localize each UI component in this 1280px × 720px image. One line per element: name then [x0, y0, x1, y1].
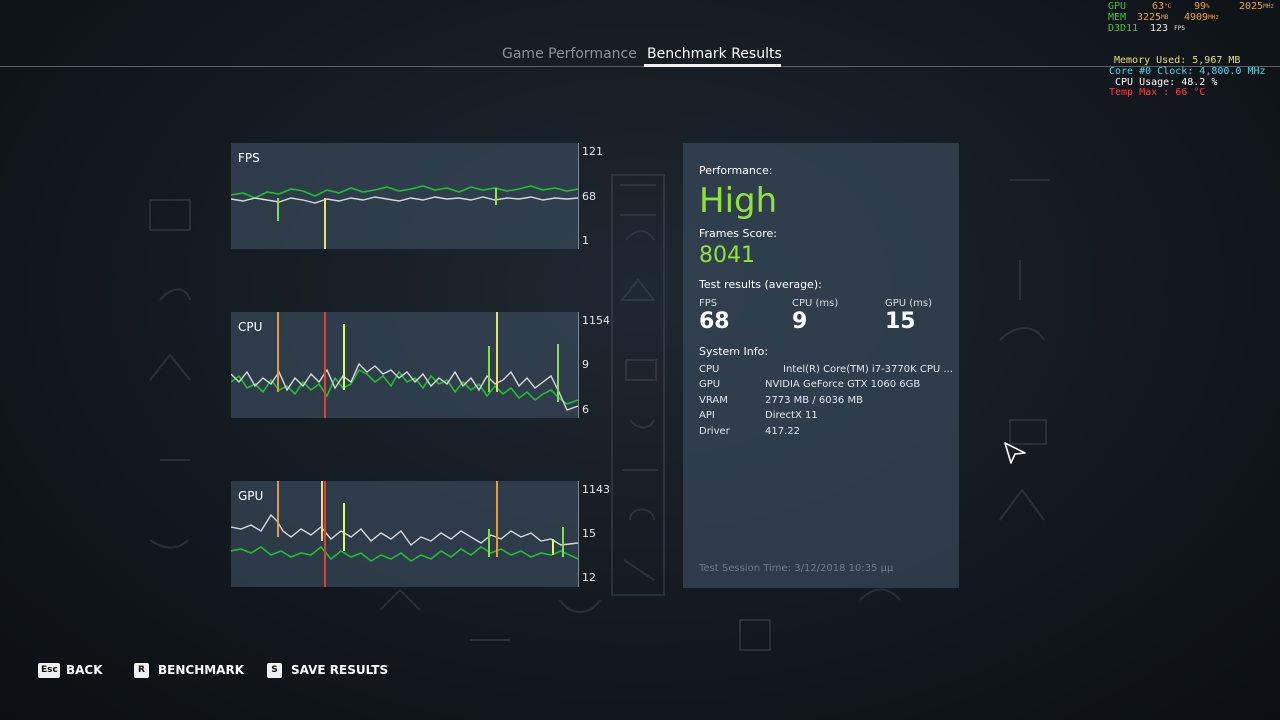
active-tab-indicator: [644, 64, 781, 67]
osd-gpu-clock-value: 2025: [1239, 1, 1264, 12]
gpu-graph-axis: [578, 481, 579, 587]
test-results-label: Test results (average):: [699, 278, 822, 291]
mouse-cursor-icon: [1004, 442, 1026, 464]
osd-gpu-clock: 2025MHz: [1239, 1, 1274, 12]
sysinfo-vram-key: VRAM: [699, 395, 728, 406]
frames-score-value: 8041: [699, 243, 755, 268]
benchmark-label: BENCHMARK: [158, 663, 245, 677]
osd-fps-value: 123: [1150, 23, 1169, 34]
back-button[interactable]: Esc BACK: [38, 662, 118, 680]
tab-bar: Game Performance Benchmark Results: [0, 46, 1280, 68]
metric-cpu-label: CPU (ms): [792, 298, 839, 309]
fps-series-green: [231, 185, 578, 199]
esc-key-icon: Esc: [38, 663, 60, 678]
tab-benchmark-results[interactable]: Benchmark Results: [647, 46, 782, 62]
cpu-graph: CPU 1154 9 6: [231, 312, 611, 418]
cpu-graph-title: CPU: [238, 320, 263, 334]
fps-graph: FPS 121 68 1: [231, 143, 611, 249]
metric-gpu-value: 15: [885, 309, 916, 334]
osd-mem-used-unit: MB: [1161, 14, 1169, 21]
system-info-label: System Info:: [699, 345, 769, 358]
osd-gpu-clock-unit: MHz: [1263, 3, 1274, 10]
osd-mem-used: 3225MB: [1137, 12, 1168, 23]
tab-game-performance[interactable]: Game Performance: [502, 46, 637, 62]
sysinfo-api-key: API: [699, 410, 715, 421]
osd-api-label: D3D11: [1108, 23, 1139, 34]
fps-graph-y-max: 121: [582, 145, 603, 158]
cpu-series-green: [231, 368, 578, 405]
fps-graph-axis: [578, 143, 579, 249]
gpu-graph: GPU 1143 15 12: [231, 481, 611, 587]
save-results-label: SAVE RESULTS: [291, 663, 389, 677]
s-key-icon: S: [267, 663, 282, 678]
gpu-graph-lines: [231, 481, 578, 587]
performance-label: Performance:: [699, 164, 773, 177]
osd-mem-clock-unit: MHz: [1208, 14, 1219, 21]
gpu-series-green: [231, 545, 578, 562]
osd-mem-clock-value: 4909: [1184, 12, 1209, 23]
osd-core-clock: Core #0 Clock: 4,800.0 MHz: [1109, 66, 1266, 77]
osd-gpu-row: GPU 63°C 99% 2025MHz: [1108, 1, 1274, 12]
sysinfo-cpu-key: CPU: [699, 364, 720, 375]
save-results-button[interactable]: S SAVE RESULTS: [267, 662, 389, 680]
gpu-graph-y-min: 12: [582, 571, 596, 584]
benchmark-button[interactable]: R BENCHMARK: [134, 662, 244, 680]
osd-gpu-label: GPU: [1108, 1, 1127, 12]
osd-gpu-load-value: 99: [1194, 1, 1207, 12]
fps-graph-y-avg: 68: [582, 190, 596, 203]
frames-score-label: Frames Score:: [699, 227, 778, 240]
gpu-graph-y-avg: 15: [582, 527, 596, 540]
metric-fps-value: 68: [699, 309, 730, 334]
back-label: BACK: [66, 663, 103, 677]
cpu-graph-y-max: 1154: [582, 314, 610, 327]
osd-fps: 123 FPS: [1150, 23, 1185, 34]
tab-divider: [0, 66, 1280, 67]
osd-mem-label: MEM: [1108, 12, 1127, 23]
sysinfo-gpu-key: GPU: [699, 379, 721, 390]
performance-value: High: [699, 181, 778, 221]
metric-gpu-label: GPU (ms): [885, 298, 933, 309]
gpu-series-white: [231, 513, 578, 547]
r-key-icon: R: [134, 663, 149, 678]
cpu-series-white: [231, 362, 578, 411]
osd-gpu-load: 99%: [1194, 1, 1210, 12]
gpu-graph-y-max: 1143: [582, 483, 610, 496]
osd-temp-max: Temp Max : 66 °C: [1109, 87, 1206, 98]
osd-gpu-temp-value: 63: [1152, 1, 1165, 12]
gpu-graph-title: GPU: [238, 489, 264, 503]
cpu-graph-lines: [231, 312, 578, 418]
osd-gpu-temp-unit: °C: [1164, 3, 1172, 10]
performance-overlay: GPU 63°C 99% 2025MHz MEM 3225MB 4909MHz …: [1108, 0, 1280, 100]
fps-graph-title: FPS: [238, 151, 260, 165]
sysinfo-driver-value: 417.22: [765, 426, 800, 437]
osd-mem-used-value: 3225: [1137, 12, 1162, 23]
test-session-time: Test Session Time: 3/12/2018 10:35 μμ: [699, 563, 894, 574]
fps-series-white: [231, 196, 578, 204]
osd-mem-clock: 4909MHz: [1184, 12, 1219, 23]
osd-fps-row: D3D11 123 FPS: [1108, 23, 1185, 34]
osd-memory-used: Memory Used: 5,967 MB: [1114, 55, 1241, 66]
sysinfo-vram-value: 2773 MB / 6036 MB: [765, 395, 863, 406]
sysinfo-gpu-value: NVIDIA GeForce GTX 1060 6GB: [765, 379, 921, 390]
hieroglyph-background: [149, 174, 1050, 651]
sysinfo-cpu-value: Intel(R) Core(TM) i7-3770K CPU ...: [783, 364, 953, 375]
osd-gpu-load-unit: %: [1206, 3, 1210, 10]
metric-cpu-value: 9: [792, 309, 808, 334]
osd-fps-unit: FPS: [1174, 25, 1185, 32]
metric-fps-label: FPS: [699, 298, 718, 309]
osd-gpu-temp: 63°C: [1152, 1, 1171, 12]
fps-graph-y-min: 1: [582, 234, 589, 247]
sysinfo-api-value: DirectX 11: [765, 410, 818, 421]
cpu-graph-axis: [578, 312, 579, 418]
benchmark-results-panel: Performance: High Frames Score: 8041 Tes…: [683, 143, 959, 588]
cpu-graph-y-min: 6: [582, 403, 589, 416]
osd-mem-row: MEM 3225MB 4909MHz: [1108, 12, 1219, 23]
fps-graph-lines: [231, 185, 578, 249]
sysinfo-driver-key: Driver: [699, 426, 730, 437]
cpu-graph-y-avg: 9: [582, 358, 589, 371]
